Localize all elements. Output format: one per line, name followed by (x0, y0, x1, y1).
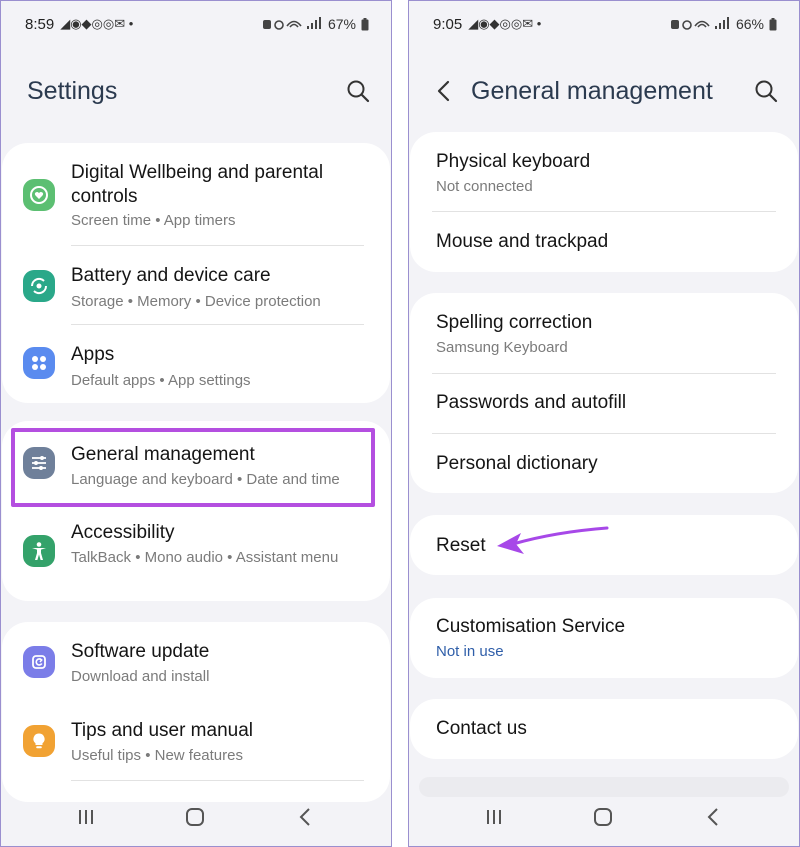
page-title: Settings (27, 76, 118, 105)
wellbeing-icon (23, 179, 55, 211)
back-chevron-icon (299, 808, 310, 826)
item-title: Mouse and trackpad (436, 231, 609, 252)
item-subtitle: Storage • Memory • Device protection (71, 293, 321, 310)
annotation-arrow-icon (497, 526, 609, 554)
item-title: Tips and user manual (71, 720, 254, 741)
settings-group-3: Software update Download and install Tip… (2, 622, 390, 802)
item-title: Contact us (436, 718, 527, 739)
item-subtitle: Not connected (436, 178, 533, 195)
divider (71, 780, 364, 781)
connectivity-icon (262, 17, 321, 30)
tips-icon (23, 725, 55, 757)
device-care-icon (23, 270, 55, 302)
status-time: 9:05 (433, 15, 463, 33)
settings-item-spelling-correction[interactable]: Spelling correction Samsung Keyboard (410, 293, 798, 373)
item-title: Passwords and autofill (436, 392, 627, 413)
general-management-screen: 9:05 ◢◉◆◎◎✉ • 66% General management Phy… (408, 0, 800, 847)
settings-group-2: General management Language and keyboard… (2, 421, 390, 601)
item-subtitle: Samsung Keyboard (436, 339, 568, 356)
recents-icon (487, 810, 501, 824)
notification-icons: ◢◉◆◎◎✉ • (60, 16, 134, 31)
notification-icons: ◢◉◆◎◎✉ • (468, 16, 542, 31)
settings-item-apps[interactable]: Apps Default apps • App settings (2, 325, 390, 403)
recent-apps-button[interactable] (479, 802, 509, 832)
settings-item-personal-dictionary[interactable]: Personal dictionary (410, 434, 798, 493)
back-button[interactable] (698, 802, 728, 832)
general-management-icon (23, 447, 55, 479)
item-title: Reset (436, 535, 486, 556)
search-icon[interactable] (345, 78, 371, 104)
settings-item-contact-us[interactable]: Contact us (410, 699, 798, 759)
battery-percent: 66% (735, 16, 764, 32)
item-title: Spelling correction (436, 312, 593, 333)
item-title: Accessibility (71, 522, 175, 543)
settings-group-keyboard: Physical keyboard Not connected Mouse an… (410, 132, 798, 272)
item-subtitle: Useful tips • New features (71, 747, 243, 764)
settings-item-digital-wellbeing[interactable]: Digital Wellbeing and parental controls … (2, 143, 390, 246)
settings-item-physical-keyboard[interactable]: Physical keyboard Not connected (410, 132, 798, 211)
home-button[interactable] (180, 802, 210, 832)
settings-item-battery-device-care[interactable]: Battery and device care Storage • Memory… (2, 246, 390, 325)
settings-item-tips-user-manual[interactable]: Tips and user manual Useful tips • New f… (2, 701, 390, 780)
battery-icon (361, 17, 369, 30)
settings-group-contact: Contact us (410, 699, 798, 759)
page-header: Settings (1, 67, 391, 115)
back-chevron-icon (707, 808, 718, 826)
battery-icon (769, 17, 777, 30)
search-icon[interactable] (753, 78, 779, 104)
status-bar: 9:05 ◢◉◆◎◎✉ • 66% (409, 1, 799, 47)
item-title: Physical keyboard (436, 151, 591, 172)
battery-percent: 67% (327, 16, 356, 32)
recents-icon (79, 810, 93, 824)
item-title: Software update (71, 641, 210, 662)
settings-group-input: Spelling correction Samsung Keyboard Pas… (410, 293, 798, 493)
item-title: Digital Wellbeing and parental controls (71, 162, 324, 207)
item-title: Battery and device care (71, 265, 271, 286)
settings-item-mouse-trackpad[interactable]: Mouse and trackpad (410, 212, 798, 272)
item-subtitle: Not in use (436, 643, 504, 660)
settings-item-passwords-autofill[interactable]: Passwords and autofill (410, 374, 798, 433)
item-title: Personal dictionary (436, 453, 598, 474)
connectivity-icon (670, 17, 729, 30)
item-subtitle: Screen time • App timers (71, 212, 236, 229)
item-title: Apps (71, 344, 115, 365)
item-subtitle: TalkBack • Mono audio • Assistant menu (71, 549, 339, 566)
home-button[interactable] (588, 802, 618, 832)
item-title: Customisation Service (436, 616, 626, 637)
navigation-bar (1, 790, 391, 846)
item-subtitle: Default apps • App settings (71, 372, 251, 389)
settings-screen: 8:59 ◢◉◆◎◎✉ • 67% Settings Digital Wellb… (0, 0, 392, 847)
back-button[interactable] (290, 802, 320, 832)
status-right: 67% (262, 16, 369, 32)
status-bar: 8:59 ◢◉◆◎◎✉ • 67% (1, 1, 391, 47)
software-update-icon (23, 646, 55, 678)
back-arrow-icon[interactable] (431, 76, 457, 106)
recent-apps-button[interactable] (71, 802, 101, 832)
home-icon (594, 808, 612, 826)
navigation-bar (409, 790, 799, 846)
settings-group-customisation: Customisation Service Not in use (410, 598, 798, 678)
apps-icon (23, 347, 55, 379)
item-subtitle: Download and install (71, 668, 210, 685)
item-subtitle: Language and keyboard • Date and time (71, 471, 340, 488)
page-header: General management (409, 67, 799, 115)
settings-item-accessibility[interactable]: Accessibility TalkBack • Mono audio • As… (2, 505, 390, 601)
item-title: General management (71, 444, 255, 465)
accessibility-icon (23, 535, 55, 567)
status-time: 8:59 (25, 15, 55, 33)
settings-item-customisation-service[interactable]: Customisation Service Not in use (410, 598, 798, 678)
settings-item-general-management[interactable]: General management Language and keyboard… (2, 421, 390, 505)
page-title: General management (471, 76, 713, 105)
settings-group-1: Digital Wellbeing and parental controls … (2, 143, 390, 403)
status-right: 66% (670, 16, 777, 32)
home-icon (186, 808, 204, 826)
settings-item-software-update[interactable]: Software update Download and install (2, 622, 390, 701)
